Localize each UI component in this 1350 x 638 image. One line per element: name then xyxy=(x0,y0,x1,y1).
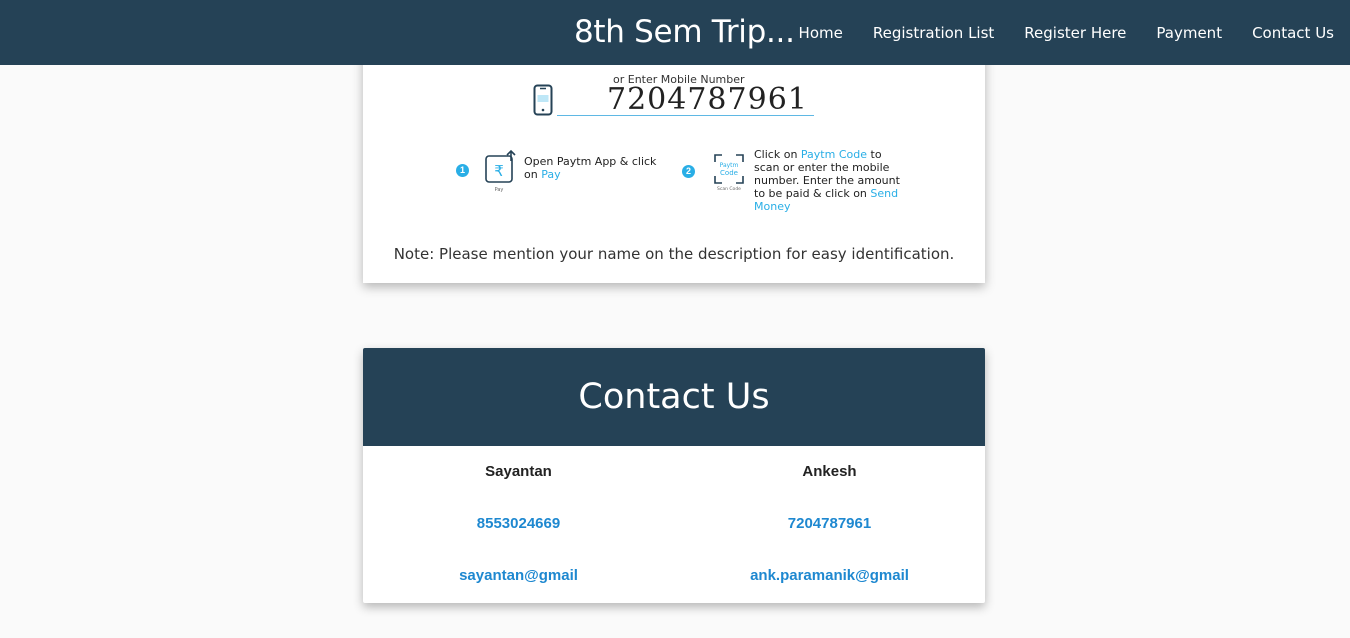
step-2-badge: 2 xyxy=(682,165,695,178)
nav-home-link[interactable]: Home xyxy=(799,24,843,42)
brand-title[interactable]: 8th Sem Trip... xyxy=(574,14,795,50)
payment-note: Note: Please mention your name on the de… xyxy=(393,245,955,263)
step-1-text: Open Paytm App & click on Pay xyxy=(524,155,657,181)
nav-contact-us-link[interactable]: Contact Us xyxy=(1252,24,1334,42)
paytm-code-highlight: Paytm Code xyxy=(800,148,867,161)
rupee-pay-icon: ₹ Pay xyxy=(484,149,520,198)
svg-text:₹: ₹ xyxy=(494,162,504,180)
contact-title: Contact Us xyxy=(363,348,985,446)
top-navbar: 8th Sem Trip... Home Registration List R… xyxy=(0,0,1350,65)
step-1-badge: 1 xyxy=(456,164,469,177)
phone-icon xyxy=(533,84,553,121)
pay-icon-caption: Pay xyxy=(495,187,504,193)
nav-links: Home Registration List Register Here Pay… xyxy=(769,0,1334,65)
contact-email-link[interactable]: sayantan@gmail xyxy=(363,567,674,584)
contact-card: Contact Us Sayantan 8553024669 sayantan@… xyxy=(363,348,985,603)
paytm-code-scan-icon: Paytm Code Scan Code xyxy=(714,154,744,199)
svg-text:Code: Code xyxy=(720,169,738,177)
contact-phone-link[interactable]: 8553024669 xyxy=(363,515,674,532)
contact-name: Sayantan xyxy=(485,463,552,480)
nav-payment-link[interactable]: Payment xyxy=(1156,24,1222,42)
mobile-number-value: 7204787961 xyxy=(607,82,808,117)
payment-card: or Enter Mobile Number 7204787961 1 ₹ Pa… xyxy=(363,40,985,283)
nav-registration-list-link[interactable]: Registration List xyxy=(873,24,994,42)
mobile-number-underline xyxy=(557,115,814,116)
nav-register-here-link[interactable]: Register Here xyxy=(1024,24,1126,42)
scan-code-caption: Scan Code xyxy=(717,186,741,192)
contact-phone-link[interactable]: 7204787961 xyxy=(674,515,985,532)
step-2-text: Click on Paytm Code to scan or enter the… xyxy=(754,148,900,213)
step-1-highlight: Pay xyxy=(541,168,561,181)
svg-text:Paytm: Paytm xyxy=(720,162,739,169)
contact-name: Ankesh xyxy=(802,463,857,480)
contact-email-link[interactable]: ank.paramanik@gmail xyxy=(674,567,985,584)
